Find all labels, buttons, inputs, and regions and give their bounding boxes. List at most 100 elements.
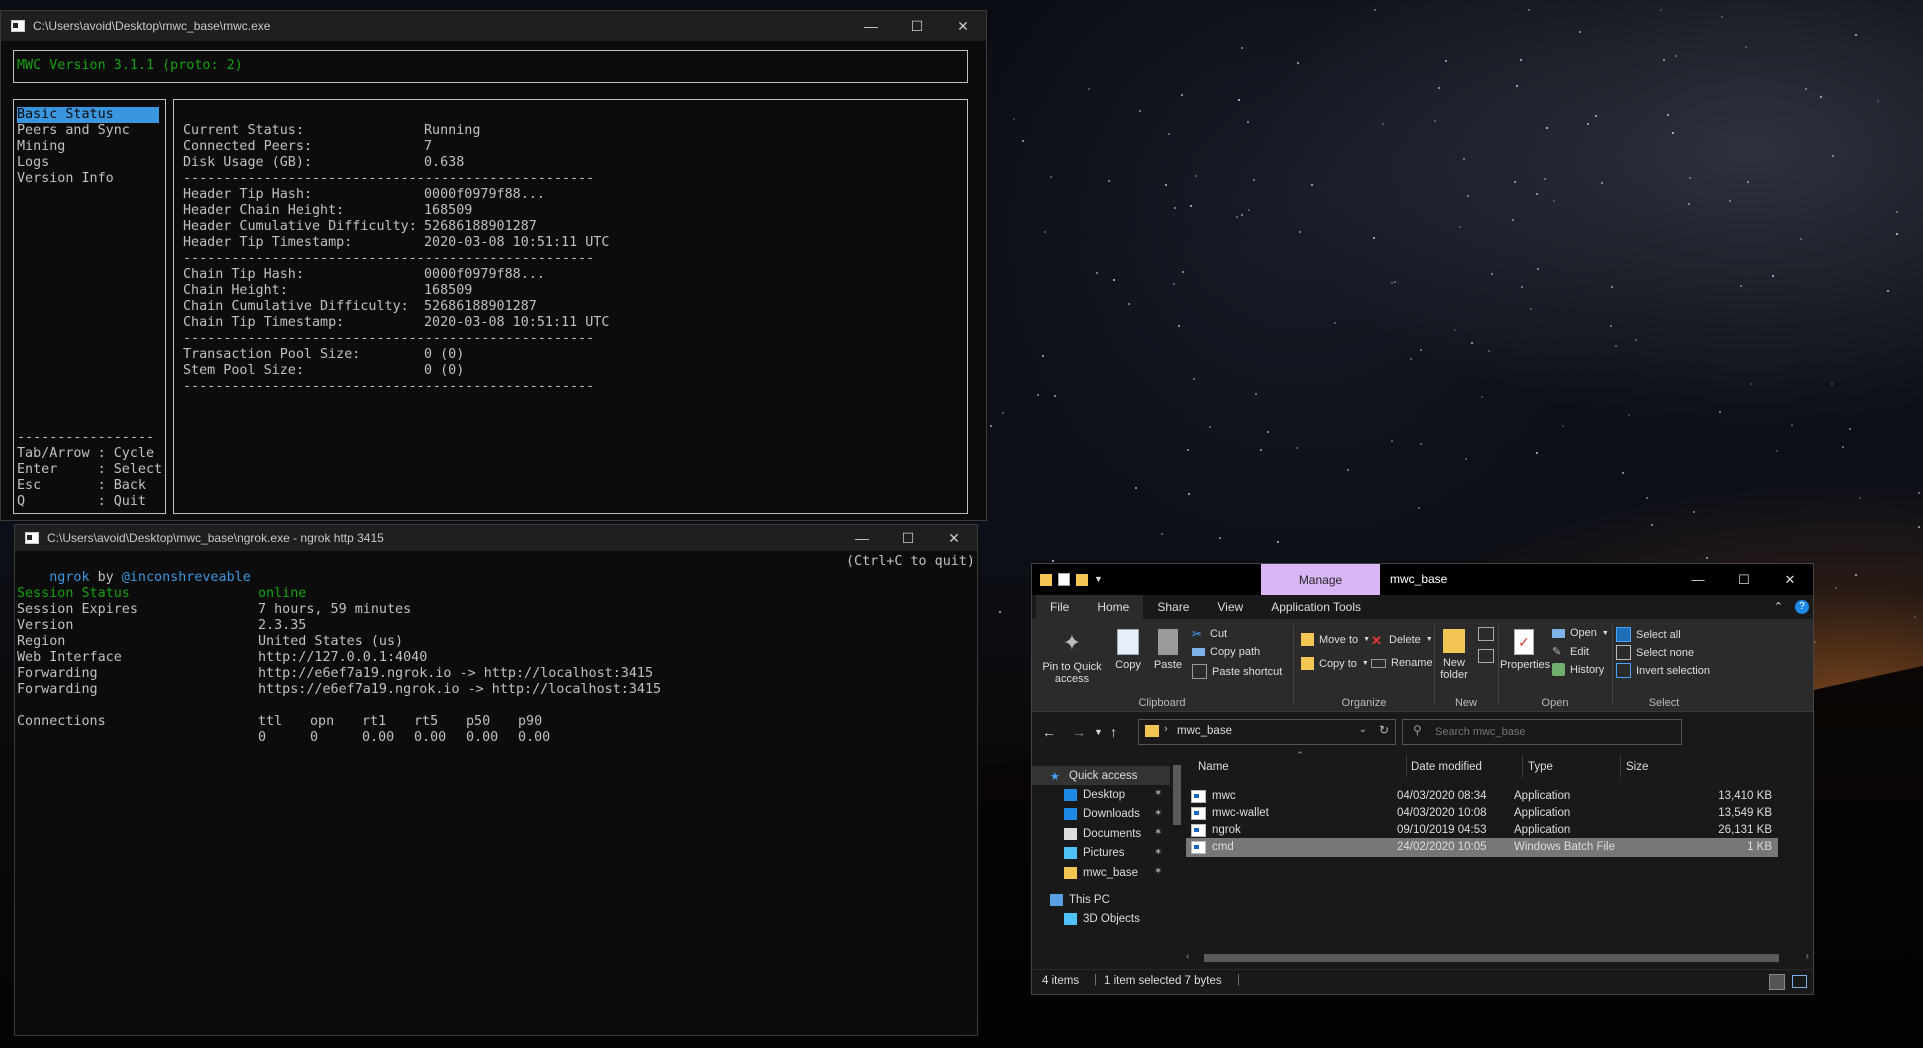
- new-item-icon[interactable]: [1478, 627, 1494, 641]
- conn-value: 0.00: [362, 730, 395, 745]
- up-arrow-icon[interactable]: ↑: [1110, 724, 1117, 740]
- large-icons-view-icon[interactable]: [1792, 975, 1807, 988]
- pin-icon[interactable]: ✶: [1154, 866, 1162, 877]
- star: [1297, 62, 1299, 64]
- paste-shortcut-icon: [1192, 664, 1207, 679]
- col-name[interactable]: Name: [1198, 761, 1229, 773]
- new-folder-icon[interactable]: [1076, 573, 1088, 586]
- easy-access-icon[interactable]: [1478, 649, 1494, 663]
- scroll-right-icon[interactable]: ›: [1806, 951, 1809, 962]
- maximize-button[interactable]: ☐: [1721, 564, 1767, 595]
- search-box[interactable]: ⚲: [1402, 719, 1682, 745]
- cut-button[interactable]: ✂ Cut: [1192, 627, 1227, 641]
- nav-3d-objects[interactable]: 3D Objects: [1064, 909, 1140, 928]
- tab-application-tools[interactable]: Application Tools: [1257, 595, 1375, 619]
- nav-item-documents[interactable]: Documents: [1064, 824, 1141, 843]
- ngrok-titlebar[interactable]: C:\Users\avoid\Desktop\mwc_base\ngrok.ex…: [15, 525, 977, 551]
- minimize-button[interactable]: —: [839, 525, 885, 551]
- tab-share[interactable]: Share: [1143, 595, 1203, 619]
- nav-scrollbar[interactable]: [1172, 751, 1182, 969]
- menu-item[interactable]: Version Info: [17, 171, 159, 187]
- select-all-icon: [1616, 627, 1631, 642]
- nav-item-pictures[interactable]: Pictures: [1064, 844, 1125, 863]
- star: [1187, 449, 1189, 451]
- help-icon[interactable]: ?: [1795, 600, 1809, 614]
- tab-home[interactable]: Home: [1083, 595, 1144, 619]
- ngrok-console-window[interactable]: C:\Users\avoid\Desktop\mwc_base\ngrok.ex…: [14, 524, 978, 1036]
- recent-chevron-icon[interactable]: ▼: [1094, 727, 1103, 737]
- history-button[interactable]: History: [1552, 663, 1604, 676]
- close-button[interactable]: ✕: [940, 11, 986, 41]
- organize-label: Organize: [1341, 697, 1387, 709]
- new-folder-button[interactable]: New folder: [1436, 629, 1472, 681]
- menu-item[interactable]: Logs: [17, 155, 159, 171]
- copy-to-button[interactable]: Copy to ▼: [1301, 657, 1369, 670]
- address-dropdown-icon[interactable]: ⌄: [1359, 724, 1367, 735]
- col-size[interactable]: Size: [1626, 761, 1648, 773]
- refresh-icon[interactable]: ↻: [1379, 723, 1389, 737]
- pin-icon[interactable]: ✶: [1154, 827, 1162, 838]
- address-bar[interactable]: › mwc_base ⌄ ↻: [1138, 719, 1396, 745]
- mwc-titlebar[interactable]: C:\Users\avoid\Desktop\mwc_base\mwc.exe …: [1, 11, 986, 41]
- rename-button[interactable]: Rename: [1371, 657, 1433, 669]
- close-button[interactable]: ✕: [1767, 564, 1813, 595]
- paste-shortcut-button[interactable]: Paste shortcut: [1192, 664, 1282, 679]
- file-explorer-window[interactable]: ▼ Manage mwc_base — ☐ ✕ File Home Share …: [1031, 563, 1814, 995]
- nav-item-downloads[interactable]: Downloads: [1064, 805, 1140, 824]
- manage-tab[interactable]: Manage: [1261, 564, 1380, 595]
- pin-icon[interactable]: ✶: [1154, 788, 1162, 799]
- open-button[interactable]: Open ▼: [1552, 627, 1609, 639]
- customize-chevron-icon[interactable]: ▼: [1094, 574, 1106, 586]
- select-none-button[interactable]: Select none: [1616, 645, 1694, 660]
- tab-view[interactable]: View: [1203, 595, 1257, 619]
- status-value: 0 (0): [424, 347, 465, 362]
- star: [1195, 175, 1197, 177]
- menu-item[interactable]: Peers and Sync: [17, 123, 159, 139]
- copy-button[interactable]: Copy: [1110, 629, 1146, 671]
- file-name: mwc-wallet: [1212, 807, 1269, 819]
- minimize-button[interactable]: —: [1675, 564, 1721, 595]
- invert-selection-button[interactable]: Invert selection: [1616, 663, 1710, 678]
- invert-selection-icon: [1616, 663, 1631, 678]
- collapse-ribbon-icon[interactable]: ⌃: [1774, 600, 1783, 613]
- move-to-button[interactable]: Move to ▼: [1301, 633, 1370, 646]
- nav-item-desktop[interactable]: Desktop: [1064, 785, 1125, 804]
- close-button[interactable]: ✕: [931, 525, 977, 551]
- nav-quick-access[interactable]: ★ Quick access: [1032, 766, 1170, 785]
- mwc-menu: Basic Status Peers and Sync Mining Logs Vers…: [17, 107, 159, 187]
- file-row[interactable]: cmd 24/02/2020 10:05 Windows Batch File 1 K…: [1186, 838, 1778, 857]
- properties-button[interactable]: ✓ Properties: [1500, 629, 1550, 671]
- maximize-button[interactable]: ☐: [885, 525, 931, 551]
- star: [1675, 55, 1677, 57]
- properties-icon[interactable]: [1058, 573, 1070, 586]
- scroll-left-icon[interactable]: ‹: [1186, 951, 1189, 962]
- col-date-modified[interactable]: Date modified: [1411, 761, 1482, 773]
- copy-path-button[interactable]: Copy path: [1192, 646, 1260, 658]
- pin-icon[interactable]: ✶: [1154, 847, 1162, 858]
- details-view-icon[interactable]: [1769, 974, 1785, 990]
- star: [1382, 123, 1384, 125]
- col-type[interactable]: Type: [1528, 761, 1553, 773]
- mwc-console-window[interactable]: C:\Users\avoid\Desktop\mwc_base\mwc.exe …: [0, 10, 987, 521]
- ngrok-field-value: online: [258, 586, 307, 601]
- delete-button[interactable]: ✕ Delete ▼: [1371, 633, 1433, 648]
- maximize-button[interactable]: ☐: [894, 11, 940, 41]
- pin-button[interactable]: ✦ Pin to Quick access: [1036, 629, 1108, 685]
- edit-button[interactable]: ✎ Edit: [1552, 645, 1589, 659]
- paste-button[interactable]: Paste: [1150, 629, 1186, 671]
- nav-this-pc[interactable]: This PC: [1050, 890, 1110, 909]
- menu-item[interactable]: Basic Status: [17, 107, 159, 123]
- menu-item[interactable]: Mining: [17, 139, 159, 155]
- select-all-button[interactable]: Select all: [1616, 627, 1681, 642]
- pin-icon[interactable]: ✶: [1154, 808, 1162, 819]
- search-input[interactable]: [1433, 722, 1667, 742]
- horizontal-scrollbar[interactable]: ‹ ›: [1182, 951, 1813, 965]
- minimize-button[interactable]: —: [848, 11, 894, 41]
- tab-file[interactable]: File: [1036, 595, 1084, 619]
- explorer-titlebar[interactable]: ▼ Manage mwc_base — ☐ ✕: [1032, 564, 1813, 595]
- nav-item-mwc-base[interactable]: mwc_base: [1064, 863, 1138, 882]
- folder-icon[interactable]: [1040, 573, 1052, 586]
- forward-arrow-icon[interactable]: →: [1072, 724, 1086, 740]
- star: [1745, 46, 1747, 48]
- back-arrow-icon[interactable]: ←: [1042, 724, 1056, 740]
